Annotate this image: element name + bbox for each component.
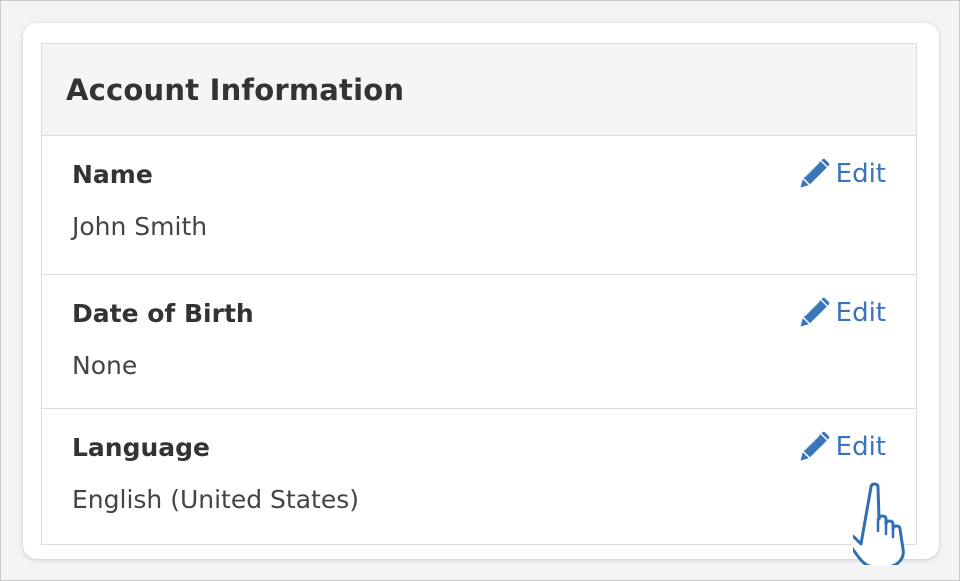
field-label-language: Language (72, 433, 211, 462)
field-row-date-of-birth: Date of Birth None Edit (42, 275, 916, 409)
field-row-name: Name John Smith Edit (42, 136, 916, 275)
edit-date-of-birth-button[interactable]: Edit (798, 297, 886, 329)
field-value-date-of-birth: None (72, 351, 138, 380)
edit-label: Edit (835, 159, 886, 189)
edit-label: Edit (835, 432, 886, 462)
field-value-name: John Smith (72, 212, 208, 241)
pencil-icon (798, 297, 830, 329)
account-information-panel: Account Information Name John Smith Edit (41, 43, 917, 545)
field-label-name: Name (72, 160, 153, 189)
pencil-icon (798, 431, 830, 463)
screen-frame: Account Information Name John Smith Edit (0, 0, 960, 581)
edit-name-button[interactable]: Edit (798, 158, 886, 190)
field-row-language: Language English (United States) Edit (42, 409, 916, 542)
edit-language-button[interactable]: Edit (798, 431, 886, 463)
field-label-date-of-birth: Date of Birth (72, 299, 254, 328)
account-card: Account Information Name John Smith Edit (23, 23, 939, 559)
panel-title: Account Information (66, 72, 405, 107)
hand-pointer-icon (853, 481, 935, 565)
edit-label: Edit (835, 298, 886, 328)
pencil-icon (798, 158, 830, 190)
field-value-language: English (United States) (72, 485, 360, 514)
panel-header: Account Information (42, 44, 916, 136)
